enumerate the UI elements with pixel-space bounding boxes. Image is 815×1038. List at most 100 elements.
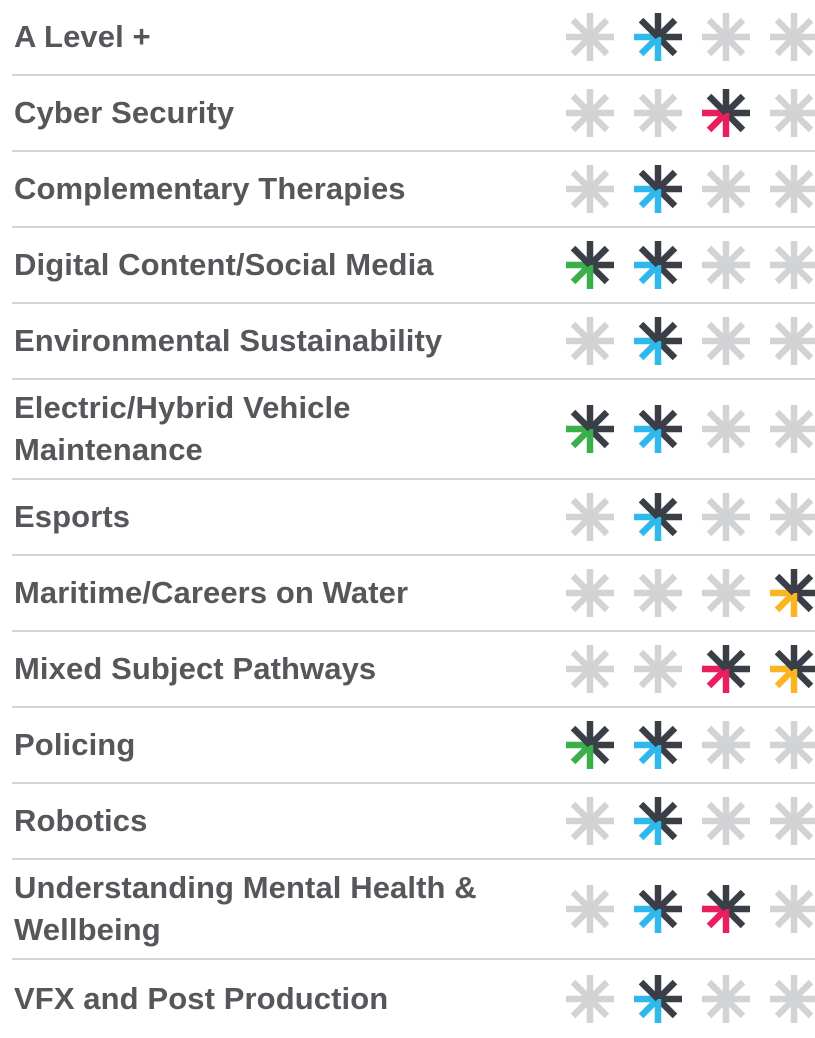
asterisk-active-icon xyxy=(702,885,750,933)
indicator-cell xyxy=(760,489,815,545)
asterisk-active-icon xyxy=(566,721,614,769)
indicator-cell xyxy=(692,401,760,457)
asterisk-inactive-icon xyxy=(702,241,750,289)
indicator-cells xyxy=(542,793,815,849)
asterisk-active-icon xyxy=(634,165,682,213)
asterisk-inactive-icon xyxy=(566,569,614,617)
table-row: Esports xyxy=(12,480,815,556)
asterisk-active-icon xyxy=(634,721,682,769)
indicator-cell xyxy=(760,793,815,849)
asterisk-inactive-icon xyxy=(770,975,815,1023)
indicator-cell xyxy=(556,85,624,141)
table-row: VFX and Post Production xyxy=(12,960,815,1038)
indicator-cell xyxy=(556,641,624,697)
course-name: Cyber Security xyxy=(14,95,235,130)
indicator-cells xyxy=(542,161,815,217)
indicator-cell xyxy=(556,881,624,937)
asterisk-active-icon xyxy=(702,645,750,693)
asterisk-active-icon xyxy=(634,317,682,365)
indicator-cell xyxy=(760,641,815,697)
asterisk-inactive-icon xyxy=(566,13,614,61)
indicator-cell xyxy=(760,717,815,773)
asterisk-active-icon xyxy=(634,797,682,845)
indicator-cell xyxy=(556,717,624,773)
indicator-cell xyxy=(624,237,692,293)
indicator-cell xyxy=(760,565,815,621)
asterisk-inactive-icon xyxy=(566,165,614,213)
indicator-cell xyxy=(692,85,760,141)
table-row: Complementary Therapies xyxy=(12,152,815,228)
asterisk-active-icon xyxy=(770,569,815,617)
asterisk-active-icon xyxy=(702,89,750,137)
asterisk-active-icon xyxy=(566,405,614,453)
asterisk-inactive-icon xyxy=(634,89,682,137)
indicator-cells xyxy=(542,85,815,141)
indicator-cell xyxy=(760,971,815,1027)
indicator-cell xyxy=(692,237,760,293)
asterisk-inactive-icon xyxy=(702,317,750,365)
asterisk-inactive-icon xyxy=(770,165,815,213)
asterisk-active-icon xyxy=(770,645,815,693)
asterisk-inactive-icon xyxy=(770,797,815,845)
indicator-cell xyxy=(624,793,692,849)
asterisk-inactive-icon xyxy=(770,317,815,365)
course-name: Maritime/Careers on Water xyxy=(14,575,409,610)
asterisk-inactive-icon xyxy=(702,493,750,541)
asterisk-inactive-icon xyxy=(566,493,614,541)
asterisk-inactive-icon xyxy=(566,797,614,845)
indicator-cells xyxy=(542,565,815,621)
indicator-cell xyxy=(624,401,692,457)
asterisk-active-icon xyxy=(634,13,682,61)
indicator-cell xyxy=(692,641,760,697)
indicator-cell xyxy=(760,881,815,937)
table-row: Understanding Mental Health & Wellbeing xyxy=(12,860,815,960)
asterisk-active-icon xyxy=(634,241,682,289)
table-row: Electric/Hybrid Vehicle Maintenance xyxy=(12,380,815,480)
course-name: Robotics xyxy=(14,803,148,838)
indicator-cell xyxy=(692,881,760,937)
indicator-cells xyxy=(542,237,815,293)
course-name: Understanding Mental Health & Wellbeing xyxy=(14,870,477,947)
indicator-cell xyxy=(624,565,692,621)
course-name: A Level + xyxy=(14,19,151,54)
indicator-cell xyxy=(624,641,692,697)
table-row: Mixed Subject Pathways xyxy=(12,632,815,708)
indicator-cell xyxy=(760,237,815,293)
indicator-cell xyxy=(624,161,692,217)
table-row: Policing xyxy=(12,708,815,784)
indicator-cell xyxy=(624,717,692,773)
indicator-cell xyxy=(556,489,624,545)
indicator-cell xyxy=(692,717,760,773)
course-name: Policing xyxy=(14,727,136,762)
indicator-cell xyxy=(692,971,760,1027)
asterisk-inactive-icon xyxy=(566,975,614,1023)
indicator-cell xyxy=(692,565,760,621)
asterisk-active-icon xyxy=(634,493,682,541)
asterisk-inactive-icon xyxy=(634,645,682,693)
asterisk-inactive-icon xyxy=(770,721,815,769)
indicator-cell xyxy=(556,313,624,369)
asterisk-inactive-icon xyxy=(702,13,750,61)
indicator-cell xyxy=(760,85,815,141)
asterisk-inactive-icon xyxy=(566,645,614,693)
indicator-cell xyxy=(760,313,815,369)
asterisk-inactive-icon xyxy=(566,885,614,933)
indicator-cell xyxy=(556,9,624,65)
indicator-cell xyxy=(624,881,692,937)
asterisk-inactive-icon xyxy=(702,797,750,845)
course-name: Mixed Subject Pathways xyxy=(14,651,377,686)
indicator-cells xyxy=(542,641,815,697)
table-row: Digital Content/Social Media xyxy=(12,228,815,304)
indicator-cells xyxy=(542,717,815,773)
indicator-cell xyxy=(556,401,624,457)
indicator-cells xyxy=(542,313,815,369)
course-table: A Level + Cyber Security Complementary T… xyxy=(12,0,815,1038)
indicator-cell xyxy=(624,489,692,545)
indicator-cell xyxy=(624,85,692,141)
indicator-cells xyxy=(542,489,815,545)
asterisk-inactive-icon xyxy=(770,89,815,137)
asterisk-active-icon xyxy=(634,405,682,453)
indicator-cell xyxy=(760,9,815,65)
indicator-cell xyxy=(556,971,624,1027)
indicator-cell xyxy=(556,565,624,621)
